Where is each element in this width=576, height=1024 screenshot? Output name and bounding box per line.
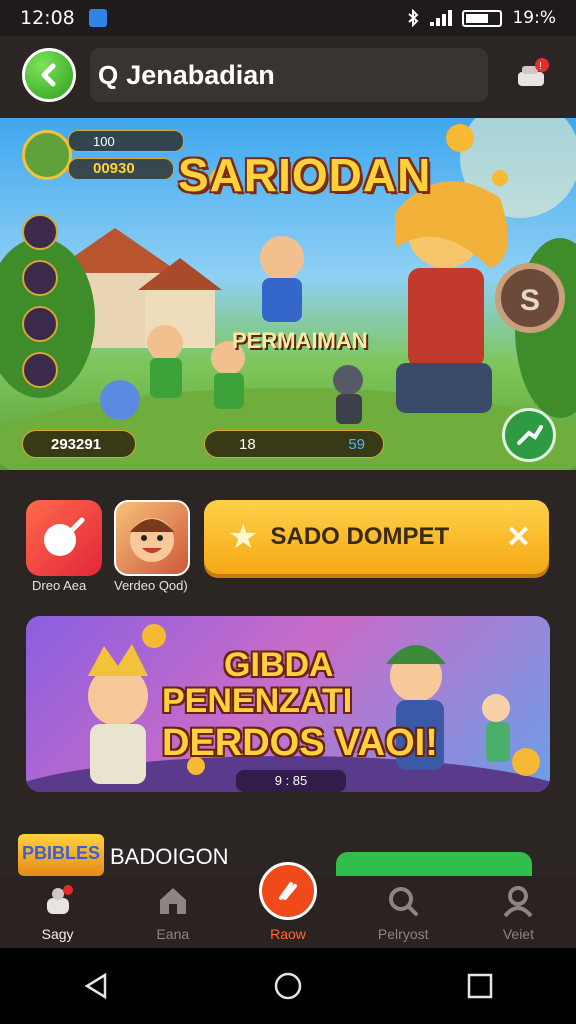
quick-app-label-2: Verdeo Qod) xyxy=(114,578,188,593)
nav-back-icon[interactable] xyxy=(81,971,111,1001)
quick-app-label-1: Dreo Aea xyxy=(32,578,87,593)
battery-icon xyxy=(462,9,503,27)
event-banner[interactable]: GIBDA PENENZATI DERDOS VAOI! 9 : 85 xyxy=(26,616,550,792)
tab-label: Veiet xyxy=(502,926,534,942)
hero-banner[interactable]: S 100 00930 SARIODAN PERMAIMAN 293291 18… xyxy=(0,118,576,470)
raow-action-button[interactable] xyxy=(259,862,317,920)
player-level: 100 xyxy=(68,130,184,152)
quest-icon[interactable] xyxy=(22,214,58,250)
chevron-left-icon xyxy=(41,63,56,87)
status-bar: 12:08 19:% xyxy=(0,0,576,36)
share-icon xyxy=(517,425,543,445)
tab-label: Raow xyxy=(270,926,306,942)
hero-subtitle: PERMAIMAN xyxy=(232,328,368,353)
star-icon: ★ xyxy=(228,518,259,556)
wallet-promo-button[interactable]: ★ SADO DOMPET ✕ xyxy=(204,500,549,574)
search-value: Jenabadian xyxy=(126,59,275,90)
chest-icon[interactable] xyxy=(22,260,58,296)
home-icon xyxy=(159,888,186,914)
battery-percent: 19:% xyxy=(512,8,556,28)
tab-eana[interactable]: Eana xyxy=(115,876,230,948)
status-time: 12:08 xyxy=(20,7,75,29)
game-play-button[interactable] xyxy=(336,852,532,876)
hero-energy-pill: 18 59 xyxy=(204,430,384,458)
quick-actions: Dreo Aea Verdeo Qod) ★ SADO DOMPET ✕ xyxy=(0,490,576,598)
nav-home-icon[interactable] xyxy=(273,971,303,1001)
tab-label: Pelryost xyxy=(377,926,429,942)
game-title: BADOIGON xyxy=(110,844,229,869)
svg-text:!: ! xyxy=(539,61,542,72)
nav-recents-icon[interactable] xyxy=(465,971,495,1001)
tab-raow[interactable]: Raow xyxy=(230,862,345,948)
tab-pelryost[interactable]: Pelryost xyxy=(346,876,461,948)
hero-side-menu xyxy=(22,214,58,398)
card-icon[interactable] xyxy=(22,306,58,342)
wallet-promo-label: SADO DOMPET xyxy=(270,523,450,550)
joystick-icon xyxy=(46,885,73,914)
tab-label: Sagy xyxy=(41,926,74,942)
app-notification-icon xyxy=(88,9,107,27)
player-coins: 00930 xyxy=(68,158,174,180)
bluetooth-icon xyxy=(408,9,419,27)
search-field[interactable]: Q Jenabadian xyxy=(90,48,488,102)
close-icon[interactable]: ✕ xyxy=(506,520,531,555)
badge-icon[interactable] xyxy=(22,352,58,388)
bell-icon: ! xyxy=(518,58,549,86)
bottom-tab-bar: Sagy Eana Raow Pelryost Veiet xyxy=(0,862,576,948)
svg-text:S: S xyxy=(520,284,540,317)
banner-headline-3: DERDOS VAOI! xyxy=(162,722,438,764)
quick-app-tile-1[interactable] xyxy=(26,500,102,576)
tab-sagy[interactable]: Sagy xyxy=(0,876,115,948)
status-icons: 19:% xyxy=(406,8,556,28)
tab-label: Eana xyxy=(156,926,190,942)
banner-countdown: 9 : 85 xyxy=(236,770,346,792)
hero-title: SARIODAN xyxy=(178,149,432,201)
banner-headline-1: GIBDA xyxy=(224,646,334,684)
top-bar: Q Jenabadian ! xyxy=(0,36,576,116)
quick-app-tile-2[interactable] xyxy=(114,500,190,576)
hero-share-button[interactable] xyxy=(502,408,556,462)
lightning-icon xyxy=(279,882,297,900)
tab-veiet[interactable]: Veiet xyxy=(461,876,576,948)
search-icon xyxy=(389,887,419,916)
app-screen: 12:08 19:% Q Jenabadian ! S 100 00930 SA… xyxy=(0,0,576,1024)
signal-icon xyxy=(430,10,453,26)
system-nav-bar xyxy=(0,948,576,1024)
back-button[interactable] xyxy=(22,48,76,102)
character-face-icon xyxy=(130,518,174,562)
banner-headline-2: PENENZATI xyxy=(162,682,353,720)
player-stats: 100 00930 xyxy=(22,130,184,182)
app-rocket-icon xyxy=(44,517,85,556)
game-logo: PBIBLES xyxy=(18,834,104,876)
player-avatar[interactable] xyxy=(22,130,72,180)
search-icon: Q xyxy=(98,59,119,90)
notification-button[interactable]: ! xyxy=(512,56,552,96)
hero-score-pill: 293291 xyxy=(22,430,136,458)
user-icon xyxy=(503,886,533,918)
